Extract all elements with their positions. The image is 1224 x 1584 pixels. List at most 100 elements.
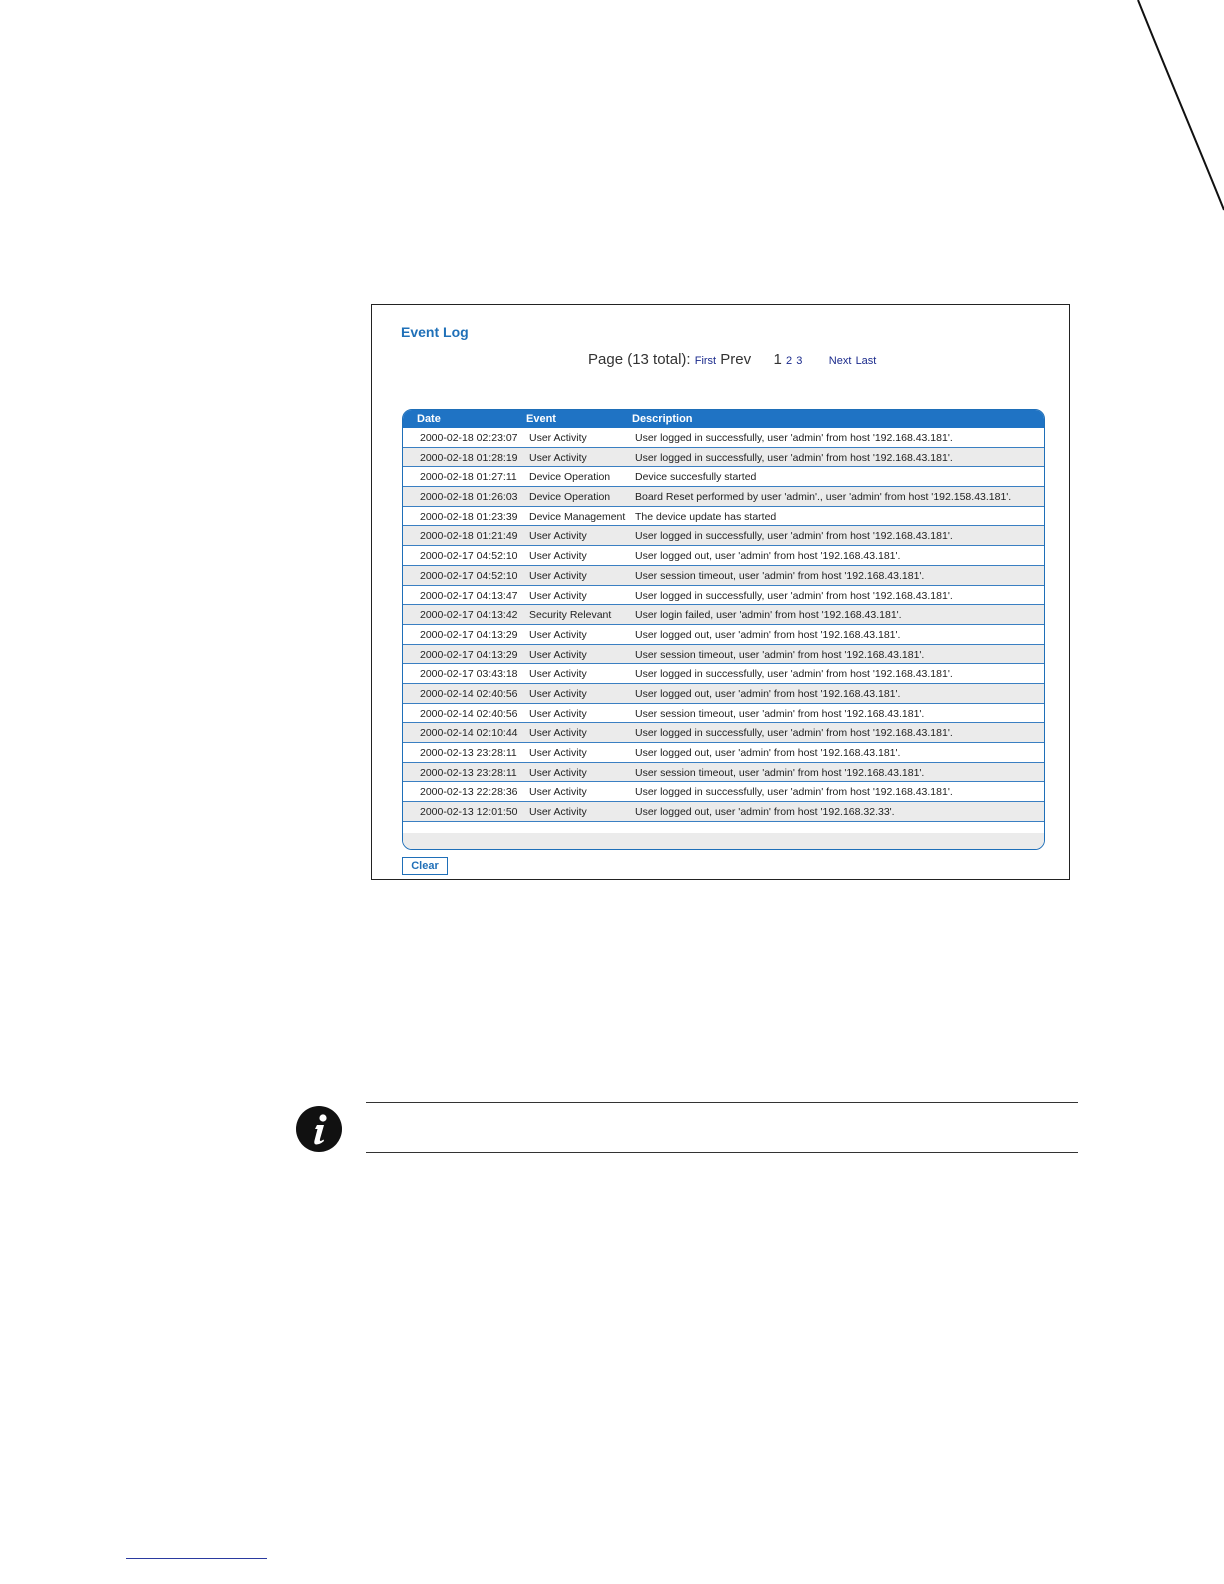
table-footer (403, 833, 1044, 849)
date-cell: 2000-02-14 02:40:56 (420, 707, 518, 720)
clear-button[interactable]: Clear (402, 857, 448, 875)
description-cell: User logged out, user 'admin' from host … (635, 628, 901, 641)
table-body: 2000-02-18 02:23:07 User Activity User log… (403, 428, 1044, 822)
table-row: 2000-02-17 04:13:42 Security Relevant User… (403, 605, 1044, 625)
description-cell: User session timeout, user 'admin' from … (635, 648, 925, 661)
table-header: Date Event Description (403, 410, 1044, 428)
event-cell: Device Operation (529, 491, 611, 504)
description-cell: Board Reset performed by user 'admin'., … (635, 491, 1012, 504)
event-log-screenshot: Event Log Page (13 total): First Prev 1 … (371, 304, 1070, 880)
date-cell: 2000-02-18 01:28:19 (420, 451, 518, 464)
info-icon (296, 1106, 342, 1152)
table-row: 2000-02-17 04:52:10 User Activity User log… (403, 546, 1044, 566)
description-cell: The device update has started (635, 510, 777, 523)
pager-next-link[interactable]: Next (829, 355, 852, 367)
table-row: 2000-02-13 23:28:11 User Activity User ses… (403, 762, 1044, 783)
event-cell: User Activity (529, 550, 587, 563)
event-cell: User Activity (529, 432, 587, 444)
pager-first-link[interactable]: First (695, 355, 716, 367)
page-edge-curve (1137, 0, 1224, 211)
table-row: 2000-02-17 04:13:29 User Activity User log… (403, 625, 1044, 645)
description-cell: User logged out, user 'admin' from host … (635, 747, 901, 759)
table-row: 2000-02-18 01:23:39 Device Management The … (403, 507, 1044, 527)
table-row: 2000-02-18 01:26:03 Device Operation Board… (403, 487, 1044, 507)
date-cell: 2000-02-17 04:52:10 (420, 569, 518, 582)
event-cell: User Activity (529, 530, 587, 543)
description-cell: User logged out, user 'admin' from host … (635, 550, 901, 563)
date-cell: 2000-02-17 04:13:29 (420, 648, 518, 661)
note-top-rule (366, 1102, 1078, 1103)
description-cell: User logged out, user 'admin' from host … (635, 806, 895, 819)
table-row: 2000-02-18 01:28:19 User Activity User log… (403, 447, 1044, 468)
pager-page-3[interactable]: 3 (796, 355, 802, 367)
table-row: 2000-02-13 22:28:36 User Activity User log… (403, 782, 1044, 803)
table-row: 2000-02-14 02:40:56 User Activity User ses… (403, 704, 1044, 724)
event-cell: User Activity (529, 451, 587, 464)
description-cell: User logged in successfully, user 'admin… (635, 432, 953, 444)
pager-label: Page (13 total): (588, 351, 691, 368)
event-cell: User Activity (529, 687, 587, 700)
column-header-event[interactable]: Event (526, 413, 556, 425)
table-row: 2000-02-17 03:43:18 User Activity User log… (403, 664, 1044, 684)
description-cell: User logged in successfully, user 'admin… (635, 668, 953, 681)
column-header-description[interactable]: Description (632, 413, 693, 425)
event-cell: User Activity (529, 648, 587, 661)
date-cell: 2000-02-18 01:27:11 (420, 471, 517, 484)
event-log-table: Date Event Description 2000-02-18 02:23:… (402, 409, 1045, 850)
table-row: 2000-02-17 04:13:29 User Activity User ses… (403, 644, 1044, 665)
table-row: 2000-02-14 02:40:56 User Activity User log… (403, 683, 1044, 704)
event-cell: User Activity (529, 589, 587, 602)
event-cell: User Activity (529, 707, 587, 720)
date-cell: 2000-02-17 04:13:42 (420, 609, 518, 622)
description-cell: User logged out, user 'admin' from host … (635, 687, 901, 700)
event-cell: Device Operation (529, 471, 611, 484)
date-cell: 2000-02-13 23:28:11 (420, 766, 517, 779)
pager-current-page: 1 (773, 351, 782, 368)
event-cell: User Activity (529, 628, 587, 641)
description-cell: User logged in successfully, user 'admin… (635, 530, 953, 543)
event-cell: User Activity (529, 806, 587, 819)
date-cell: 2000-02-18 01:21:49 (420, 530, 518, 543)
event-cell: Security Relevant (529, 609, 612, 622)
date-cell: 2000-02-17 03:43:18 (420, 668, 518, 681)
date-cell: 2000-02-13 23:28:11 (420, 747, 517, 759)
description-cell: User session timeout, user 'admin' from … (635, 766, 925, 779)
date-cell: 2000-02-17 04:13:29 (420, 628, 518, 641)
description-cell: User session timeout, user 'admin' from … (635, 707, 925, 720)
description-cell: User logged in successfully, user 'admin… (635, 589, 953, 602)
date-cell: 2000-02-13 22:28:36 (420, 786, 518, 799)
table-row: 2000-02-14 02:10:44 User Activity User log… (403, 723, 1044, 743)
date-cell: 2000-02-13 12:01:50 (420, 806, 518, 819)
pager-prev-link[interactable]: Prev (720, 351, 751, 368)
description-cell: User logged in successfully, user 'admin… (635, 451, 953, 464)
date-cell: 2000-02-14 02:40:56 (420, 687, 518, 700)
description-cell: User logged in successfully, user 'admin… (635, 786, 953, 799)
table-row: 2000-02-18 02:23:07 User Activity User log… (403, 428, 1044, 448)
date-cell: 2000-02-18 02:23:07 (420, 432, 518, 444)
date-cell: 2000-02-17 04:52:10 (420, 550, 518, 563)
pager-last-link[interactable]: Last (856, 355, 877, 367)
event-cell: User Activity (529, 569, 587, 582)
event-cell: User Activity (529, 727, 587, 740)
page-title: Event Log (401, 324, 469, 340)
table-row: 2000-02-13 23:28:11 User Activity User log… (403, 743, 1044, 763)
event-cell: User Activity (529, 766, 587, 779)
date-cell: 2000-02-18 01:23:39 (420, 510, 518, 523)
event-cell: User Activity (529, 747, 587, 759)
table-row: 2000-02-17 04:13:47 User Activity User log… (403, 586, 1044, 606)
description-cell: Device succesfully started (635, 471, 757, 484)
footer-rule (126, 1558, 267, 1559)
event-cell: User Activity (529, 786, 587, 799)
pager-page-2[interactable]: 2 (786, 355, 792, 367)
note-bottom-rule (366, 1152, 1078, 1153)
date-cell: 2000-02-14 02:10:44 (420, 727, 518, 740)
column-header-date[interactable]: Date (417, 413, 441, 425)
description-cell: User logged in successfully, user 'admin… (635, 727, 953, 740)
description-cell: User session timeout, user 'admin' from … (635, 569, 925, 582)
event-cell: Device Management (529, 510, 626, 523)
date-cell: 2000-02-17 04:13:47 (420, 589, 518, 602)
table-row: 2000-02-18 01:27:11 Device Operation Devic… (403, 467, 1044, 488)
date-cell: 2000-02-18 01:26:03 (420, 491, 518, 504)
table-row: 2000-02-17 04:52:10 User Activity User ses… (403, 565, 1044, 586)
table-row: 2000-02-13 12:01:50 User Activity User log… (403, 802, 1044, 822)
